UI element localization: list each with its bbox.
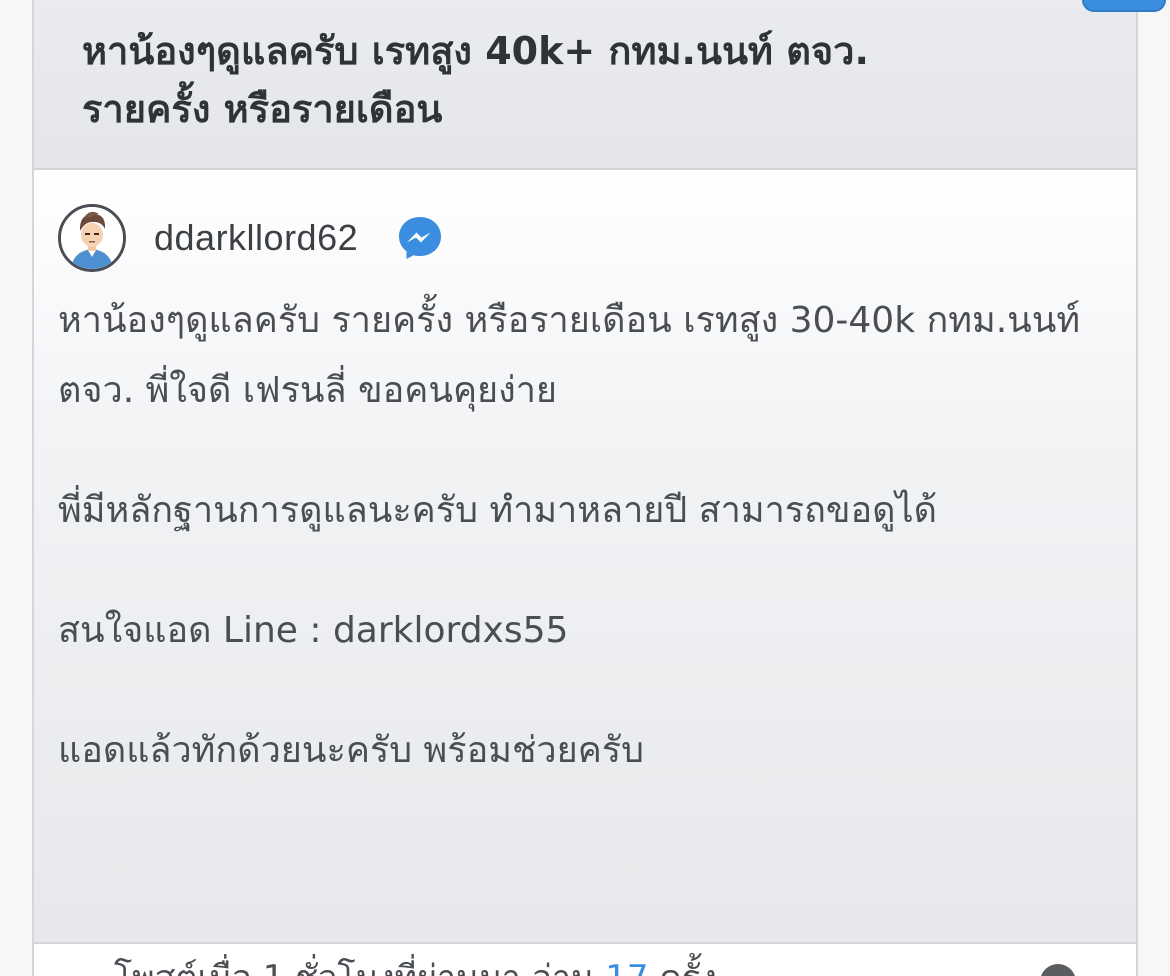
post-title: หาน้องๆดูแลครับ เรทสูง 40k+ กทม.นนท์ ตจว…	[82, 22, 1082, 138]
cartoon-man-avatar-icon	[61, 207, 123, 269]
post-content: หาน้องๆดูแลครับ รายครั้ง หรือรายเดือน เร…	[58, 286, 1108, 836]
post-card: หาน้องๆดูแลครับ เรทสูง 40k+ กทม.นนท์ ตจว…	[32, 0, 1166, 976]
top-action-button[interactable]	[1082, 0, 1166, 12]
post-body: ddarkllord62 หาน้องๆดูแลครับ รายครั้ง หร…	[34, 170, 1136, 944]
author-username[interactable]: ddarkllord62	[154, 217, 358, 259]
post-footer: โพสต์เมื่อ 1 ชั่วโมงที่ผ่านมา อ่าน 17 คร…	[34, 944, 1136, 976]
post-title-line-1: หาน้องๆดูแลครับ เรทสูง 40k+ กทม.นนท์ ตจว…	[82, 29, 869, 73]
post-title-bar: หาน้องๆดูแลครับ เรทสูง 40k+ กทม.นนท์ ตจว…	[34, 0, 1166, 170]
post-paragraph: หาน้องๆดูแลครับ รายครั้ง หรือรายเดือน เร…	[58, 300, 1081, 411]
post-meta: โพสต์เมื่อ 1 ชั่วโมงที่ผ่านมา อ่าน 17 คร…	[114, 958, 717, 976]
post-meta-text: โพสต์เมื่อ 1 ชั่วโมงที่ผ่านมา อ่าน	[114, 958, 594, 976]
post-paragraph: สนใจแอด Line : darklordxs55	[58, 610, 569, 651]
more-options-icon[interactable]	[1040, 964, 1076, 976]
author-avatar[interactable]	[58, 204, 126, 272]
post-paragraph: แอดแล้วทักด้วยนะครับ พร้อมช่วยครับ	[58, 730, 644, 771]
author-row: ddarkllord62	[58, 202, 444, 274]
read-count: 17	[605, 958, 648, 976]
post-title-line-2: รายครั้ง หรือรายเดือน	[82, 87, 443, 131]
read-count-suffix: ครั้ง	[659, 958, 717, 976]
messenger-icon[interactable]	[396, 214, 444, 262]
post-paragraph: พี่มีหลักฐานการดูแลนะครับ ทำมาหลายปี สาม…	[58, 490, 938, 531]
